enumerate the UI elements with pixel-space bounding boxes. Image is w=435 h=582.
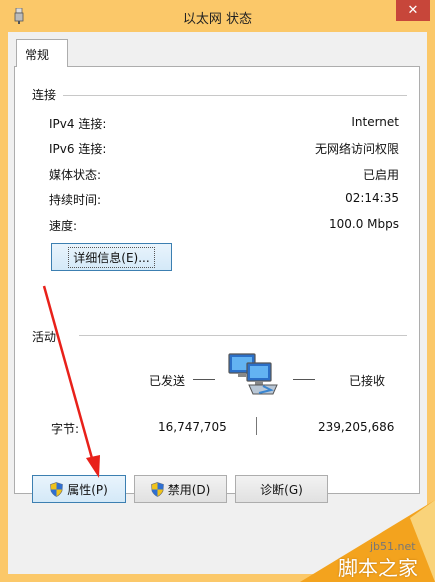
diagnose-button[interactable]: 诊断(G) — [235, 475, 328, 503]
duration-label: 持续时间: — [49, 193, 102, 207]
properties-button[interactable]: 属性(P) — [32, 475, 126, 503]
activity-group-divider — [79, 335, 407, 336]
diagnose-button-label: 诊断(G) — [260, 482, 303, 497]
title-bar[interactable]: 以太网 状态 ✕ — [0, 0, 435, 32]
media-state-value: 已启用 — [362, 168, 399, 182]
media-state-label: 媒体状态: — [49, 168, 102, 182]
tab-panel-general: 连接 IPv4 连接: Internet IPv6 连接: 无网络访问权限 媒体… — [14, 66, 420, 494]
uac-shield-icon — [50, 481, 64, 497]
connection-group-divider — [63, 95, 407, 96]
disable-button[interactable]: 禁用(D) — [134, 475, 227, 503]
bytes-received-value: 239,205,686 — [318, 420, 395, 434]
details-button[interactable]: 详细信息(E)... — [51, 243, 172, 271]
tab-general[interactable]: 常规 — [16, 39, 68, 67]
ipv6-label: IPv6 连接: — [49, 142, 107, 156]
ipv4-value: Internet — [351, 115, 399, 129]
bytes-sent-value: 16,747,705 — [158, 420, 227, 434]
duration-value: 02:14:35 — [345, 191, 399, 205]
bytes-label: 字节: — [51, 422, 80, 436]
speed-value: 100.0 Mbps — [328, 217, 399, 231]
properties-button-label: 属性(P) — [67, 482, 108, 497]
network-computers-icon — [228, 353, 278, 395]
speed-label: 速度: — [49, 219, 78, 233]
close-button[interactable]: ✕ — [396, 0, 430, 21]
dialog-client-area: 常规 连接 IPv4 连接: Internet IPv6 连接: 无网络访问权限… — [8, 32, 427, 574]
window-title: 以太网 状态 — [182, 12, 253, 27]
activity-group-label: 活动 — [32, 330, 57, 344]
received-dash — [293, 379, 315, 380]
received-label: 已接收 — [349, 374, 386, 388]
dialog-window: 以太网 状态 ✕ 常规 连接 IPv4 连接: Internet IPv6 连接… — [0, 0, 435, 582]
details-button-label: 详细信息(E)... — [68, 246, 155, 268]
connection-group-label: 连接 — [32, 88, 57, 102]
ipv4-label: IPv4 连接: — [49, 117, 107, 131]
sent-label: 已发送 — [149, 374, 186, 388]
uac-shield-icon — [150, 481, 164, 497]
disable-button-label: 禁用(D) — [167, 482, 211, 497]
sent-dash — [193, 379, 215, 380]
ipv6-value: 无网络访问权限 — [314, 142, 399, 156]
bytes-separator — [256, 417, 257, 435]
watermark-brand: 脚本之家 — [338, 556, 418, 580]
